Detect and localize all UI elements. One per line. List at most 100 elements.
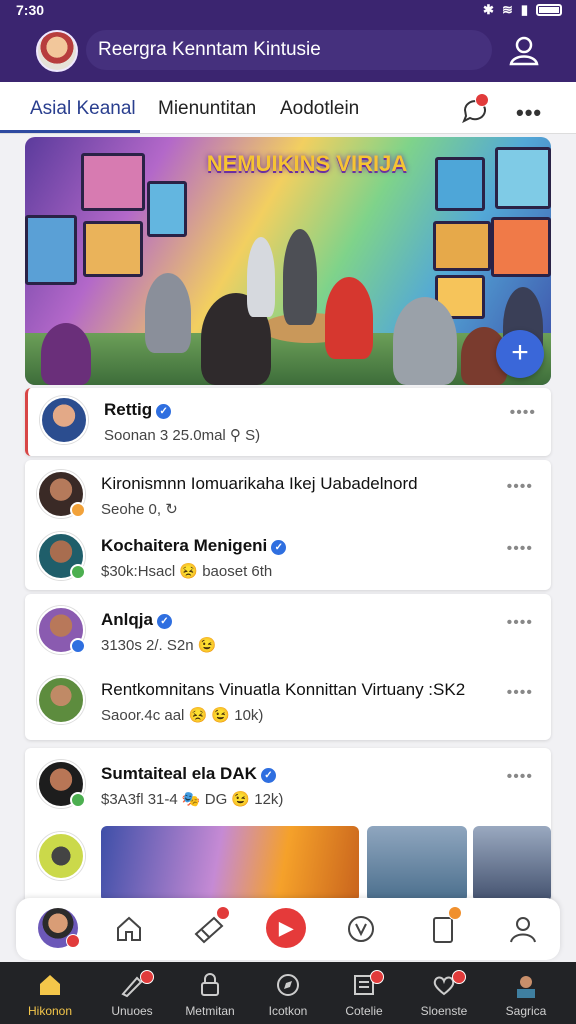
bluetooth-icon: ✱ <box>483 2 494 17</box>
battery-icon <box>536 4 562 16</box>
verified-icon: ✓ <box>260 768 276 783</box>
hero-image: NEMUIKINS VIRIJA <box>25 137 551 385</box>
post-meta: $30k:Hsacl 😣 baoset 6th <box>101 563 273 580</box>
more-options-button[interactable]: ••• <box>516 100 542 126</box>
post-options-button[interactable]: •••• <box>507 768 533 786</box>
post-card[interactable]: Sumtaiteal ela DAK ✓ $3A3fl 31-4 🎭 DG 😉 1… <box>25 748 551 908</box>
create-post-button[interactable]: ▶ <box>266 908 306 948</box>
nav-trophy[interactable]: Unuoes <box>96 962 168 1024</box>
wifi-icon: ≋ <box>501 2 513 17</box>
user-icon <box>509 36 539 66</box>
notification-badge <box>216 906 230 920</box>
nav-profile[interactable]: Sagrica <box>490 962 562 1024</box>
tab-aodotlein[interactable]: Aodotlein <box>280 98 359 120</box>
wall-poster <box>25 215 77 285</box>
post-meta: Seohe 0, ↻ <box>101 501 178 518</box>
user-account-button[interactable] <box>506 32 542 68</box>
user-icon <box>510 917 536 943</box>
wall-poster <box>491 217 551 277</box>
avatar[interactable] <box>37 532 86 580</box>
status-icon <box>70 638 86 654</box>
notification-badge <box>370 970 384 984</box>
wall-poster <box>83 221 143 277</box>
compass-icon <box>277 974 299 996</box>
notification-badge <box>448 906 462 920</box>
home-button[interactable] <box>112 912 146 946</box>
nav-compass[interactable]: Icotkon <box>252 962 324 1024</box>
page-title: Reergra Kenntam Kintusie <box>86 30 492 70</box>
post-image[interactable] <box>367 826 467 902</box>
tab-bar: Asial Keanal Mienuntitan Aodotlein ••• <box>0 82 576 134</box>
post-meta: 3130s 2/. S2n 😉 <box>101 637 217 654</box>
person <box>283 229 317 325</box>
profile-avatar[interactable] <box>36 30 78 72</box>
tab-asial-keanal[interactable]: Asial Keanal <box>30 98 136 120</box>
post-options-button[interactable]: •••• <box>507 614 533 632</box>
profile-button[interactable] <box>506 912 540 946</box>
wall-poster <box>81 153 145 211</box>
online-icon <box>70 564 86 580</box>
post-author: Sumtaiteal ela DAK <box>101 764 257 783</box>
online-icon <box>70 792 86 808</box>
home-icon <box>117 916 141 941</box>
person <box>41 323 91 385</box>
nav-lock[interactable]: Metmitan <box>174 962 246 1024</box>
status-time: 7:30 <box>16 2 45 18</box>
post-image[interactable] <box>101 826 359 902</box>
post-author: Anlqja <box>101 610 153 629</box>
vote-button[interactable] <box>344 912 378 946</box>
post-card[interactable]: Rettig ✓ Soonan 3 25.0mal ⚲ S) •••• <box>25 388 551 456</box>
wall-poster <box>433 221 491 271</box>
v-icon <box>348 916 374 942</box>
status-bar: 7:30 ✱ ≋ ▮ <box>0 0 576 20</box>
signal-icon: ▮ <box>520 2 528 17</box>
quick-action-bar: ▶ <box>16 898 560 960</box>
post-card[interactable]: Anlqja ✓ 3130s 2/. S2n 😉 •••• Rentkomnita… <box>25 594 551 740</box>
verified-icon: ✓ <box>271 540 287 555</box>
avatar[interactable] <box>40 396 88 444</box>
post-image[interactable] <box>473 826 551 902</box>
hero-title: NEMUIKINS VIRIJA <box>206 151 408 176</box>
avatar[interactable] <box>37 470 86 518</box>
add-button[interactable]: + <box>496 330 544 378</box>
document-button[interactable] <box>426 906 462 946</box>
camera-icon[interactable] <box>37 832 85 880</box>
messages-button[interactable] <box>460 93 490 126</box>
post-meta: Saoor.4c aal 😣 😉 10k) <box>101 707 264 724</box>
nav-home[interactable]: Hikonon <box>14 962 86 1024</box>
post-meta: $3A3fl 31-4 🎭 DG 😉 12k) <box>101 791 284 808</box>
person <box>393 297 457 385</box>
home-icon <box>40 975 60 995</box>
lock-icon <box>201 973 219 996</box>
active-tab-indicator <box>0 130 140 133</box>
nav-heart[interactable]: Sloenste <box>408 962 480 1024</box>
notification-badge <box>66 934 80 948</box>
notification-badge <box>140 970 154 984</box>
verified-icon: ✓ <box>156 404 172 419</box>
my-avatar[interactable] <box>38 908 80 948</box>
tab-mienuntitan[interactable]: Mienuntitan <box>158 98 256 120</box>
bottom-navigation: Hikonon Unuoes Metmitan Icotkon Cotelie … <box>0 962 576 1024</box>
post-author: Rettig <box>104 400 153 419</box>
wall-poster <box>495 147 551 209</box>
avatar[interactable] <box>37 606 86 654</box>
post-author: Rentkomnitans Vinuatla Konnittan Virtuan… <box>101 680 466 699</box>
post-options-button[interactable]: •••• <box>510 404 536 422</box>
post-meta: Soonan 3 25.0mal ⚲ S) <box>104 427 261 444</box>
post-options-button[interactable]: •••• <box>507 478 533 496</box>
person <box>145 273 191 353</box>
post-options-button[interactable]: •••• <box>507 684 533 702</box>
person <box>247 237 275 317</box>
nav-list[interactable]: Cotelie <box>328 962 400 1024</box>
profile-avatar <box>517 976 535 998</box>
post-options-button[interactable]: •••• <box>507 540 533 558</box>
wall-poster <box>435 157 485 211</box>
person <box>325 277 373 359</box>
avatar[interactable] <box>37 760 86 808</box>
notification-badge <box>452 970 466 984</box>
wall-poster <box>147 181 187 237</box>
avatar[interactable] <box>37 676 85 724</box>
post-card[interactable]: Kironismnn Iomuarikaha Ikej Uabadelnord … <box>25 460 551 590</box>
tag-button[interactable] <box>192 906 230 946</box>
verified-icon: ✓ <box>156 614 172 629</box>
